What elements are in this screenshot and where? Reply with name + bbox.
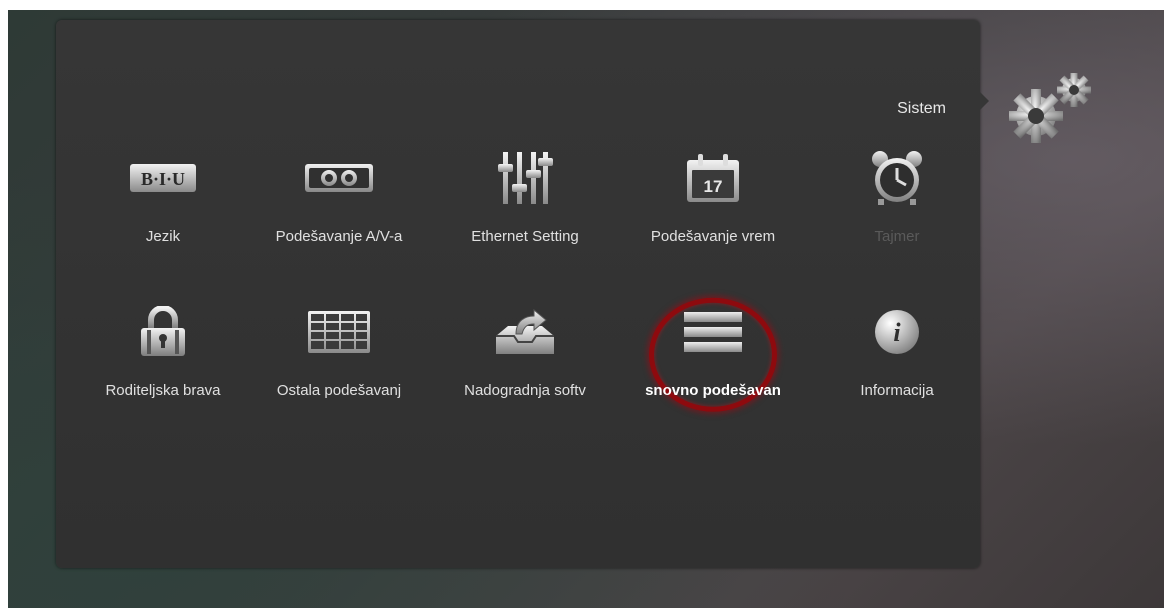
calendar-day: 17 [704,177,723,196]
menu-item-label: Nadogradnja softv [464,382,586,399]
menu-item-label: snovno podešavan [645,382,781,399]
upgrade-tray-icon [485,302,565,362]
menu-title: Sistem [897,100,946,117]
padlock-icon [123,302,203,362]
menu-item-timer[interactable]: Tajmer [814,148,980,258]
av-settings-icon [299,148,379,208]
gears-icon [1006,72,1102,148]
menu-item-label: Informacija [860,382,934,399]
menu-item-information[interactable]: i Informacija [814,302,980,412]
system-menu-panel: Sistem B·I·U Jezik Podešavanje A/V-a Eth… [56,20,980,568]
menu-item-language[interactable]: B·I·U Jezik [80,148,246,258]
panel-pointer-arrow [980,92,989,110]
menu-item-ethernet[interactable]: Ethernet Setting [442,148,608,258]
menu-item-other-settings[interactable]: Ostala podešavanj [256,302,422,412]
equalizer-sliders-icon [485,148,565,208]
info-icon: i [857,302,937,362]
menu-item-label: Podešavanje A/V-a [275,228,403,245]
menu-item-time-settings[interactable]: 17 Podešavanje vrem [630,148,796,258]
menu-item-software-upgrade[interactable]: Nadogradnja softv [442,302,608,412]
factory-reset-icon [673,302,753,362]
menu-item-label: Ethernet Setting [471,228,579,245]
menu-item-label: Jezik [145,228,181,245]
menu-item-label: Roditeljska brava [105,382,221,399]
menu-item-factory-reset[interactable]: snovno podešavan [630,297,796,412]
tv-screen: Sistem B·I·U Jezik Podešavanje A/V-a Eth… [8,10,1164,608]
svg-text:i: i [893,318,901,347]
svg-text:B·I·U: B·I·U [141,169,185,189]
menu-item-label: Ostala podešavanj [276,382,402,399]
menu-item-label: Tajmer [874,228,920,245]
menu-item-parental-lock[interactable]: Roditeljska brava [80,302,246,412]
alarm-clock-icon [857,148,937,208]
calendar-icon: 17 [673,148,753,208]
grid-table-icon [299,302,379,362]
menu-item-av-settings[interactable]: Podešavanje A/V-a [256,148,422,258]
menu-item-label: Podešavanje vrem [650,228,776,245]
language-biu-icon: B·I·U [123,148,203,208]
